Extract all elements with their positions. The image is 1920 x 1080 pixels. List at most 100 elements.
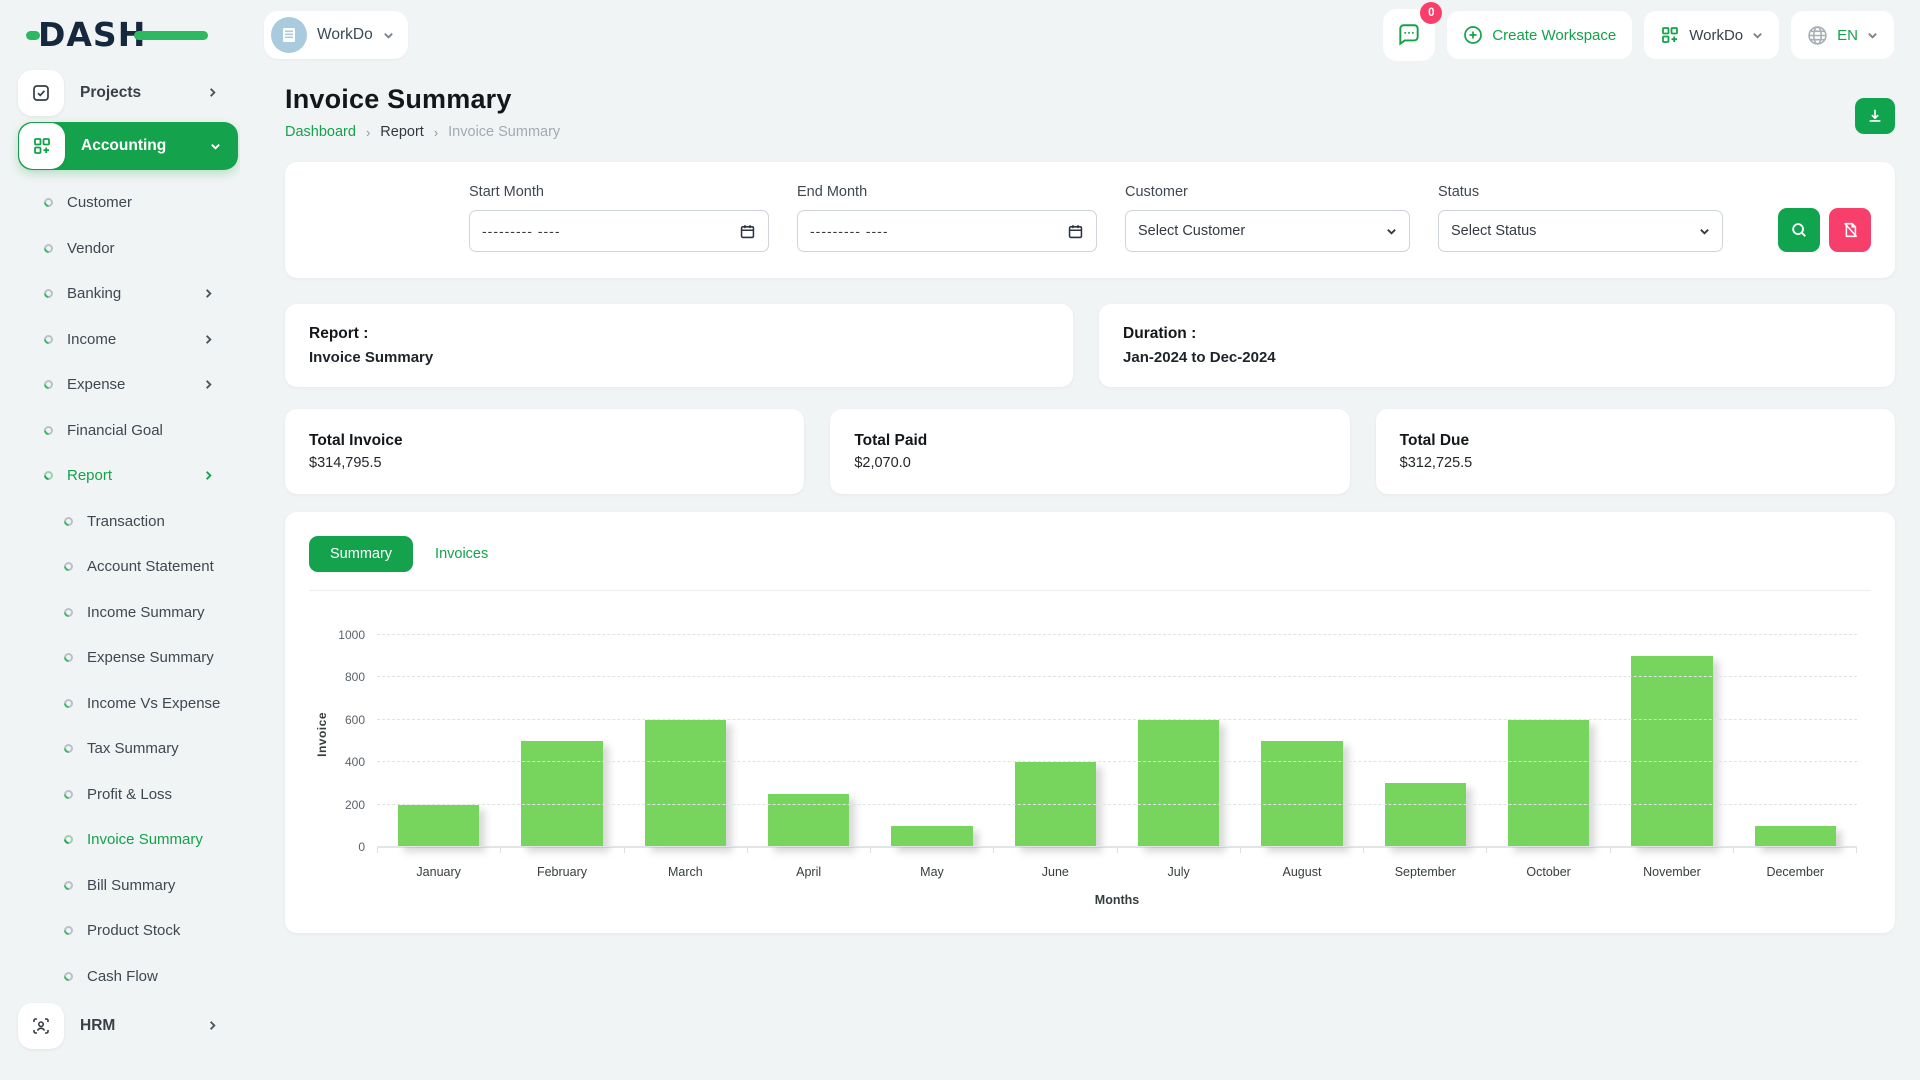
workspace-switcher[interactable]: WorkDo	[1644, 11, 1779, 59]
sidebar-item-income[interactable]: Income	[18, 317, 240, 363]
bar-column-september	[1364, 635, 1487, 847]
sidebar-item-income-summary[interactable]: Income Summary	[18, 590, 240, 636]
breadcrumb-dashboard[interactable]: Dashboard	[285, 124, 356, 140]
total-value: $314,795.5	[309, 455, 780, 471]
status-field: Status Select Status	[1438, 184, 1723, 252]
sidebar-item-account-statement[interactable]: Account Statement	[18, 544, 240, 590]
language-selector[interactable]: EN	[1791, 11, 1894, 59]
gridline-1000	[377, 634, 1857, 635]
tab-invoices[interactable]: Invoices	[427, 536, 496, 572]
bar-march[interactable]	[645, 720, 726, 847]
x-tick	[1734, 848, 1857, 853]
chevron-down-icon	[1752, 30, 1763, 41]
create-workspace-button[interactable]: Create Workspace	[1447, 11, 1632, 59]
sidebar-item-expense[interactable]: Expense	[18, 362, 240, 408]
sidebar-item-hrm[interactable]: HRM	[18, 1001, 240, 1051]
app-logo[interactable]: DASH	[38, 15, 208, 55]
report-duration-row: Report : Invoice Summary Duration : Jan-…	[285, 304, 1895, 387]
sidebar-item-income-vs-expense[interactable]: Income Vs Expense	[18, 681, 240, 727]
end-month-input[interactable]: --------- ----	[797, 210, 1097, 252]
start-month-input[interactable]: --------- ----	[469, 210, 769, 252]
plot-grid: 02004006008001000	[329, 635, 1857, 847]
end-month-placeholder: --------- ----	[810, 223, 889, 239]
sidebar-item-transaction[interactable]: Transaction	[18, 499, 240, 545]
report-tabs: Summary Invoices	[309, 536, 1871, 572]
status-select[interactable]: Select Status	[1438, 210, 1723, 252]
sidebar-item-label: Transaction	[87, 513, 165, 530]
y-tick-0: 0	[358, 840, 365, 854]
sidebar-item-financial-goal[interactable]: Financial Goal	[18, 408, 240, 454]
checkbox-icon	[31, 83, 51, 103]
calendar-icon[interactable]	[739, 223, 756, 240]
bar-february[interactable]	[521, 741, 602, 847]
sidebar-item-report[interactable]: Report	[18, 453, 240, 499]
sidebar-item-banking[interactable]: Banking	[18, 271, 240, 317]
bar-may[interactable]	[891, 826, 972, 847]
sidebar-item-expense-summary[interactable]: Expense Summary	[18, 635, 240, 681]
y-tick-800: 800	[345, 670, 365, 684]
circle-bullet-icon	[62, 697, 75, 710]
sidebar-item-invoice-summary[interactable]: Invoice Summary	[18, 817, 240, 863]
x-axis-ticks	[377, 847, 1857, 853]
chevron-right-icon	[203, 334, 214, 345]
chevron-down-icon	[1386, 226, 1397, 237]
sidebar-item-customer[interactable]: Customer	[18, 180, 240, 226]
bar-column-february	[500, 635, 623, 847]
x-tick	[1364, 848, 1487, 853]
breadcrumb-separator: ›	[366, 125, 370, 140]
chevron-down-icon	[1699, 226, 1710, 237]
reset-filter-button[interactable]	[1829, 208, 1871, 252]
circle-bullet-icon	[62, 879, 75, 892]
circle-bullet-icon	[62, 606, 75, 619]
tab-summary[interactable]: Summary	[309, 536, 413, 572]
customer-select[interactable]: Select Customer	[1125, 210, 1410, 252]
sidebar-item-label: HRM	[80, 1017, 207, 1035]
calendar-icon[interactable]	[1067, 223, 1084, 240]
bar-column-december	[1734, 635, 1857, 847]
x-tick	[1118, 848, 1241, 853]
breadcrumb-separator: ›	[434, 125, 438, 140]
totals-row: Total Invoice$314,795.5Total Paid$2,070.…	[285, 409, 1895, 494]
gridline-600	[377, 719, 1857, 720]
breadcrumb-report[interactable]: Report	[380, 124, 424, 140]
circle-bullet-icon	[62, 924, 75, 937]
sidebar-item-product-stock[interactable]: Product Stock	[18, 908, 240, 954]
chevron-right-icon	[207, 87, 218, 98]
bar-september[interactable]	[1385, 783, 1466, 847]
bar-july[interactable]	[1138, 720, 1219, 847]
y-tick-600: 600	[345, 713, 365, 727]
bar-january[interactable]	[398, 805, 479, 847]
download-button[interactable]	[1855, 98, 1895, 134]
sidebar-item-profit-loss[interactable]: Profit & Loss	[18, 772, 240, 818]
bar-october[interactable]	[1508, 720, 1589, 847]
title-row: Invoice Summary Dashboard›Report›Invoice…	[285, 84, 1895, 140]
sidebar-item-bill-summary[interactable]: Bill Summary	[18, 863, 240, 909]
messages-button[interactable]: 0	[1383, 9, 1435, 61]
sidebar-item-label: Vendor	[67, 240, 115, 257]
chart-body: 02004006008001000 JanuaryFebruaryMarchAp…	[329, 635, 1857, 907]
start-month-placeholder: --------- ----	[482, 223, 561, 239]
bar-august[interactable]	[1261, 741, 1342, 847]
bar-april[interactable]	[768, 794, 849, 847]
workspace-selector[interactable]: WorkDo	[264, 11, 408, 59]
accounting-icon-holder	[19, 123, 65, 169]
bar-december[interactable]	[1755, 826, 1836, 847]
x-label-may: May	[870, 865, 993, 879]
sidebar-item-label: Banking	[67, 285, 121, 302]
customer-label: Customer	[1125, 184, 1410, 200]
x-tick	[871, 848, 994, 853]
apply-filter-button[interactable]	[1778, 208, 1820, 252]
chart-bars	[377, 635, 1857, 847]
circle-bullet-icon	[62, 560, 75, 573]
bar-november[interactable]	[1631, 656, 1712, 847]
duration-card: Duration : Jan-2024 to Dec-2024	[1099, 304, 1895, 387]
user-focus-icon	[31, 1016, 51, 1036]
sidebar-item-projects[interactable]: Projects	[18, 68, 240, 118]
page-title: Invoice Summary	[285, 84, 560, 115]
sidebar-item-accounting[interactable]: Accounting	[18, 122, 238, 170]
x-tick	[1611, 848, 1734, 853]
sidebar-item-vendor[interactable]: Vendor	[18, 226, 240, 272]
sidebar-item-cash-flow[interactable]: Cash Flow	[18, 954, 240, 1000]
duration-value: Jan-2024 to Dec-2024	[1123, 349, 1871, 366]
sidebar-item-tax-summary[interactable]: Tax Summary	[18, 726, 240, 772]
